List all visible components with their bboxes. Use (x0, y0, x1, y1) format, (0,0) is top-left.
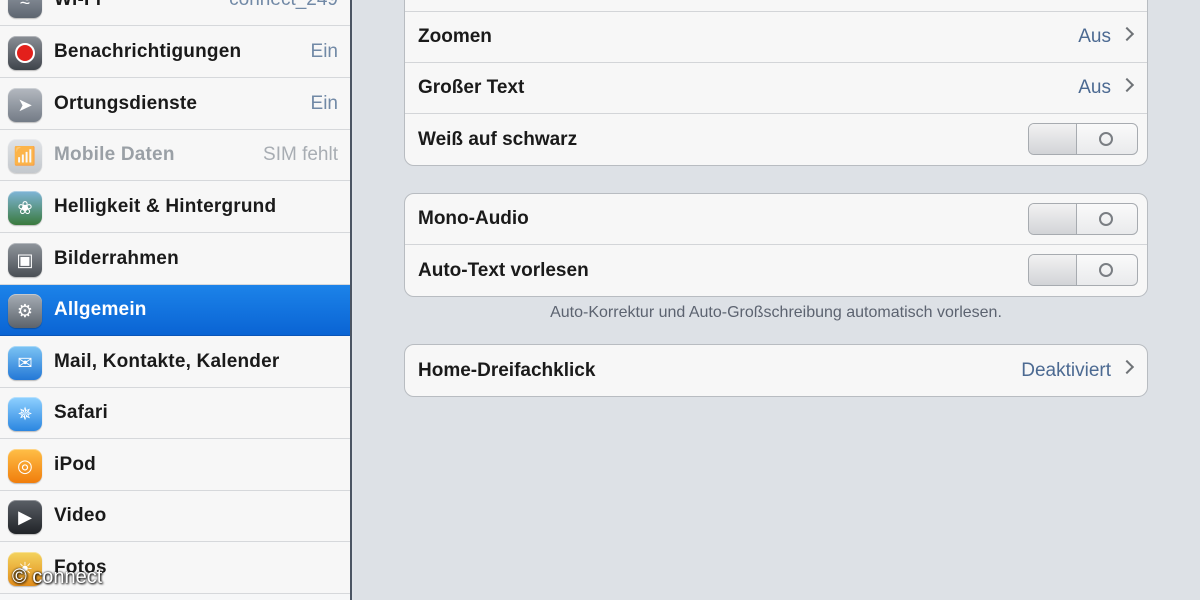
sidebar-item-value: SIM fehlt (263, 144, 338, 165)
general-gear-icon: ⚙ (8, 294, 42, 328)
row-label: Großer Text (418, 77, 525, 98)
sidebar-item-mail[interactable]: ✉ Mail, Kontakte, Kalender (0, 337, 350, 388)
settings-row-mono-audio: Mono-Audio (405, 194, 1147, 245)
settings-row-zoom[interactable]: Zoomen Aus (405, 12, 1147, 63)
toggle-off-icon (1099, 263, 1113, 277)
sidebar-item-label: Helligkeit & Hintergrund (54, 196, 277, 217)
sidebar-item-value: Ein (310, 41, 338, 62)
row-value: Aus (1078, 77, 1111, 98)
row-label: Auto-Text vorlesen (418, 259, 589, 281)
white-on-black-toggle[interactable] (1028, 123, 1138, 155)
sidebar-item-label: Benachrichtigungen (54, 41, 242, 62)
settings-group-audio: Mono-Audio Auto-Text vorlesen (404, 193, 1148, 297)
row-label: Zoomen (418, 26, 492, 47)
settings-row-white-on-black: Weiß auf schwarz (405, 114, 1147, 165)
row-value: Deaktiviert (1021, 359, 1111, 381)
toggle-off-icon (1099, 212, 1113, 226)
chevron-right-icon (1119, 26, 1135, 42)
mono-audio-toggle[interactable] (1028, 203, 1138, 235)
safari-compass-icon: ✵ (8, 397, 42, 431)
sidebar-item-wifi[interactable]: ≈ Wi-Fi connect_249 (0, 0, 350, 26)
accessibility-settings-panel: Zoomen Aus Großer Text Aus Weiß auf schw… (354, 0, 1200, 600)
mail-icon: ✉ (8, 346, 42, 380)
chevron-right-icon (1119, 77, 1135, 93)
settings-row-triple-click-home[interactable]: Home-Dreifachklick Deaktiviert (405, 345, 1147, 396)
toggle-knob[interactable] (1029, 124, 1077, 154)
sidebar-item-label: Video (54, 505, 107, 526)
row-label: Home-Dreifachklick (418, 359, 596, 381)
sidebar-item-notifications[interactable]: Benachrichtigungen Ein (0, 27, 350, 78)
ipod-icon: ◎ (8, 449, 42, 483)
sidebar-item-general[interactable]: ⚙ Allgemein (0, 285, 350, 336)
notifications-icon (8, 36, 42, 70)
mobile-data-icon: 📶 (8, 139, 42, 173)
settings-row-hidden (405, 0, 1147, 12)
row-label: Mono-Audio (418, 208, 529, 229)
watermark: © connect (12, 566, 103, 588)
sidebar-item-value: Ein (310, 93, 338, 114)
settings-row-speak-auto-text: Auto-Text vorlesen (405, 245, 1147, 296)
toggle-knob[interactable] (1029, 204, 1077, 234)
sidebar-item-ipod[interactable]: ◎ iPod (0, 440, 350, 491)
brightness-wallpaper-icon: ❀ (8, 191, 42, 225)
sidebar-item-label: iPod (54, 454, 96, 475)
speak-auto-text-footnote: Auto-Korrektur und Auto-Großschreibung a… (550, 304, 1002, 321)
settings-group-home-click: Home-Dreifachklick Deaktiviert (404, 344, 1148, 397)
sidebar-item-label: Bilderrahmen (54, 248, 179, 269)
sidebar-item-label: Mail, Kontakte, Kalender (54, 351, 280, 372)
location-icon: ➤ (8, 88, 42, 122)
row-label: Weiß auf schwarz (418, 128, 578, 150)
sidebar-item-location[interactable]: ➤ Ortungsdienste Ein (0, 79, 350, 130)
video-clapper-icon: ▶ (8, 500, 42, 534)
sidebar-item-picture-frame[interactable]: ▣ Bilderrahmen (0, 234, 350, 285)
sidebar-item-mobile-data[interactable]: 📶 Mobile Daten SIM fehlt (0, 130, 350, 181)
sidebar-item-value: connect_249 (229, 0, 338, 11)
sidebar-item-brightness[interactable]: ❀ Helligkeit & Hintergrund (0, 182, 350, 233)
row-value: Aus (1078, 26, 1111, 47)
sidebar-item-label: Wi-Fi (54, 0, 101, 11)
sidebar-item-safari[interactable]: ✵ Safari (0, 388, 350, 439)
sidebar-item-label: Ortungsdienste (54, 93, 198, 114)
settings-sidebar: ≈ Wi-Fi connect_249 Benachrichtigungen E… (0, 0, 352, 600)
settings-group-vision: Zoomen Aus Großer Text Aus Weiß auf schw… (404, 0, 1148, 166)
sidebar-item-label: Safari (54, 402, 109, 423)
settings-row-large-text[interactable]: Großer Text Aus (405, 63, 1147, 114)
picture-frame-icon: ▣ (8, 243, 42, 277)
toggle-knob[interactable] (1029, 255, 1077, 285)
speak-auto-text-toggle[interactable] (1028, 254, 1138, 286)
wifi-icon: ≈ (8, 0, 42, 18)
sidebar-item-label: Mobile Daten (54, 144, 175, 165)
toggle-off-icon (1099, 132, 1113, 146)
sidebar-item-video[interactable]: ▶ Video (0, 491, 350, 542)
sidebar-item-label: Allgemein (54, 299, 147, 320)
chevron-right-icon (1119, 359, 1135, 375)
